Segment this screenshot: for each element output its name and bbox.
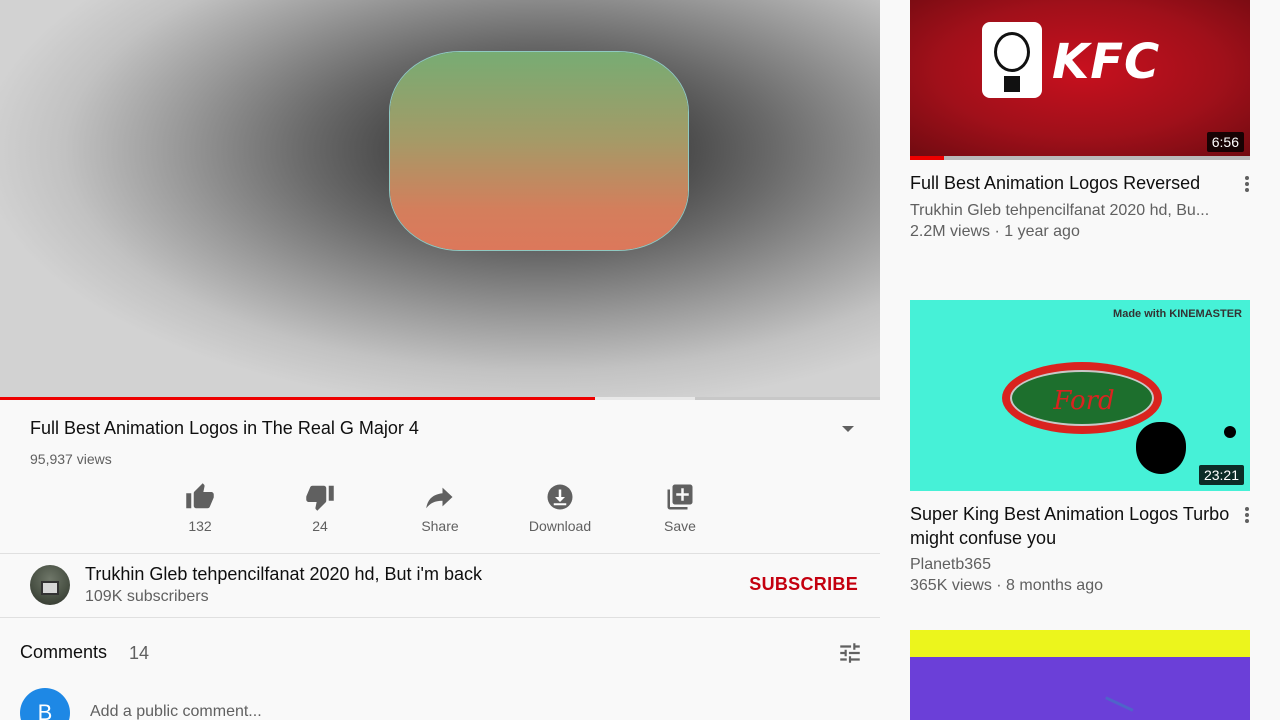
recommendation-channel[interactable]: Trukhin Gleb tehpencilfanat 2020 hd, Bu.…	[910, 200, 1230, 221]
share-label: Share	[421, 518, 459, 534]
avatar-image-detail	[41, 581, 59, 595]
subscribe-button[interactable]: SUBSCRIBE	[749, 574, 858, 595]
thumb-up-icon	[186, 483, 214, 509]
recommendation-title[interactable]: Super King Best Animation Logos Turbo mi…	[910, 502, 1230, 550]
expand-description-icon[interactable]	[842, 426, 854, 432]
more-vert-icon[interactable]	[1244, 507, 1250, 525]
kfc-colonel-logo	[982, 22, 1042, 98]
save-button[interactable]: Save	[630, 482, 730, 538]
download-icon	[547, 484, 573, 510]
recommendation-thumbnail[interactable]	[910, 630, 1250, 720]
video-title[interactable]: Full Best Animation Logos in The Real G …	[30, 418, 419, 439]
action-bar: 132 24 Share Download Save	[0, 482, 880, 538]
ford-wordmark: Ford	[1053, 386, 1115, 416]
video-frame-logo-shape	[390, 52, 688, 250]
divider	[0, 553, 880, 554]
recommendations-column: KFC 6:56 Full Best Animation Logos Rever…	[880, 0, 1280, 720]
video-player[interactable]	[0, 0, 880, 398]
kfc-wordmark: KFC	[1052, 34, 1161, 90]
subscriber-count: 109K subscribers	[85, 588, 209, 605]
thumb-down-icon	[306, 485, 334, 511]
colonel-tie	[1004, 76, 1020, 92]
user-avatar: B	[20, 688, 70, 720]
duration-badge: 6:56	[1206, 132, 1244, 152]
video-progress-bar[interactable]	[0, 397, 880, 400]
black-dot	[1224, 426, 1236, 438]
sort-icon[interactable]	[837, 640, 863, 666]
download-label: Download	[528, 518, 592, 534]
comments-title[interactable]: Comments	[20, 642, 107, 663]
channel-row: Trukhin Gleb tehpencilfanat 2020 hd, But…	[0, 556, 880, 616]
recommendation-channel[interactable]: Planetb365	[910, 554, 1230, 575]
save-label: Save	[664, 518, 696, 534]
progress-played	[0, 397, 595, 400]
view-count: 95,937 views	[30, 451, 112, 467]
recommendation-meta: 2.2M views · 1 year ago	[910, 223, 1080, 240]
colonel-face	[994, 32, 1030, 72]
ford-oval-inner: Ford	[1010, 370, 1154, 426]
progress-buffered	[594, 397, 696, 400]
watched-progress-fill	[910, 156, 944, 160]
kinemaster-watermark: Made with KINEMASTER	[1113, 308, 1242, 320]
youtube-watch-page: Full Best Animation Logos in The Real G …	[0, 0, 1280, 720]
channel-avatar[interactable]	[30, 565, 70, 605]
recommendation-meta: 365K views · 8 months ago	[910, 577, 1103, 594]
ford-oval-logo: Ford	[1002, 362, 1162, 434]
yellow-band	[910, 630, 1250, 657]
playlist-add-icon	[667, 484, 693, 510]
more-vert-icon[interactable]	[1244, 176, 1250, 194]
like-count: 132	[188, 518, 212, 534]
share-button[interactable]: Share	[390, 482, 490, 538]
add-comment-input[interactable]: Add a public comment...	[90, 703, 262, 720]
main-column: Full Best Animation Logos in The Real G …	[0, 0, 880, 720]
channel-name[interactable]: Trukhin Gleb tehpencilfanat 2020 hd, But…	[85, 564, 482, 585]
blue-squiggle	[1100, 696, 1134, 720]
download-button[interactable]: Download	[510, 482, 610, 538]
divider	[0, 617, 880, 618]
comments-count: 14	[129, 643, 150, 663]
like-button[interactable]: 132	[150, 482, 250, 538]
dislike-count: 24	[312, 518, 328, 534]
recommendation-thumbnail[interactable]: KFC 6:56	[910, 0, 1250, 160]
dislike-button[interactable]: 24	[270, 482, 370, 538]
watched-progress-bar	[910, 156, 1250, 160]
share-icon	[426, 487, 453, 509]
recommendation-title[interactable]: Full Best Animation Logos Reversed	[910, 171, 1230, 195]
recommendation-thumbnail[interactable]: Made with KINEMASTER Ford 23:21	[910, 300, 1250, 491]
duration-badge: 23:21	[1198, 465, 1244, 485]
apple-logo-shape	[1136, 422, 1186, 474]
